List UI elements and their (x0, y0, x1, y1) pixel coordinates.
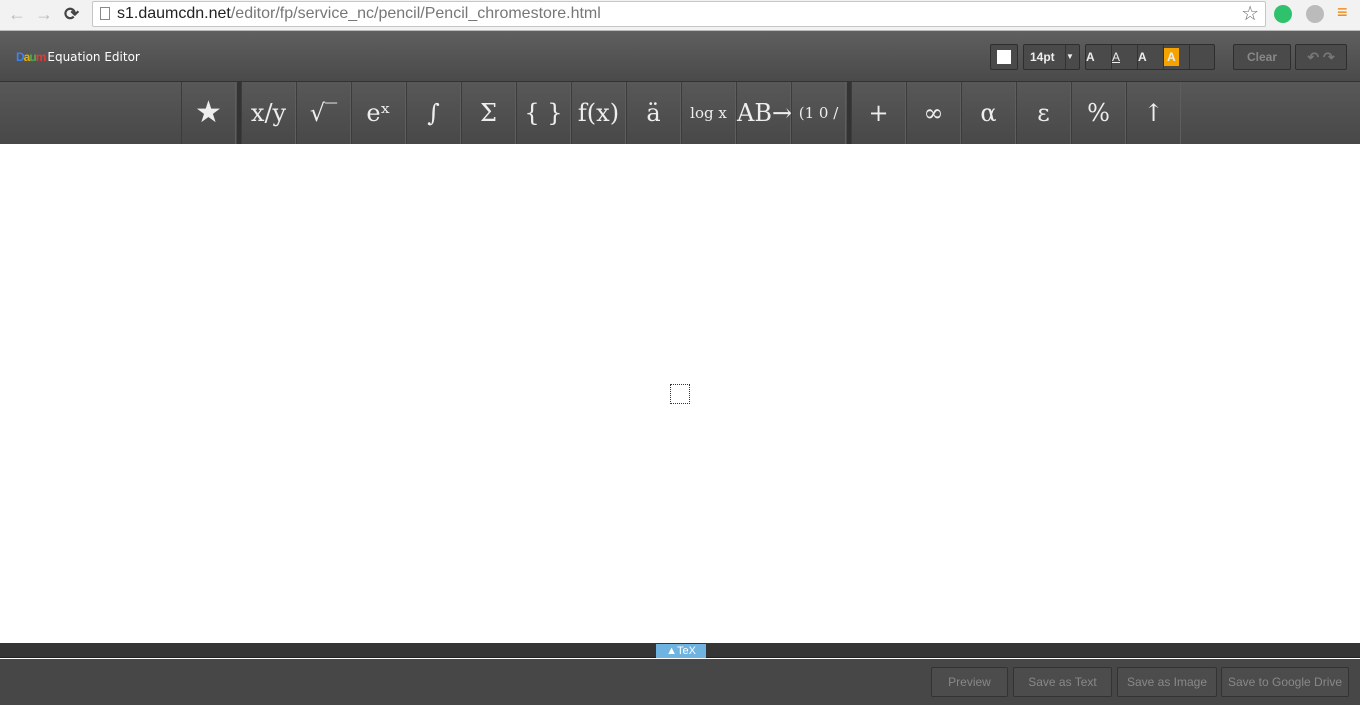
infinity-button[interactable]: ∞ (906, 82, 961, 144)
color-picker-button[interactable] (990, 44, 1018, 70)
logo: Daum Equation Editor (16, 50, 140, 64)
skype-extension-icon[interactable] (1306, 5, 1324, 23)
save-as-image-button[interactable]: Save as Image (1117, 667, 1217, 697)
bold-a-button[interactable]: A (1086, 45, 1112, 69)
font-size-value: 14pt (1030, 50, 1055, 64)
italic-button[interactable]: A (1086, 69, 1112, 70)
save-as-text-button[interactable]: Save as Text (1013, 667, 1112, 697)
menu-icon[interactable]: ≡ (1337, 2, 1348, 23)
vector-button[interactable]: AB→ (736, 82, 792, 144)
tex-toggle-button[interactable]: ▲TeX (656, 644, 706, 658)
greek-alpha-button[interactable]: α (961, 82, 1016, 144)
highlight-button[interactable]: A (1164, 45, 1190, 69)
grammarly-extension-icon[interactable] (1274, 5, 1292, 23)
chevron-down-icon: ▼ (1065, 45, 1079, 69)
underline-button[interactable]: A (1112, 45, 1138, 69)
misc-symbols-button[interactable]: % (1071, 82, 1126, 144)
color-swatch (997, 50, 1011, 64)
operators-button[interactable]: + (851, 82, 906, 144)
address-bar[interactable]: s1.daumcdn.net/editor/fp/service_nc/penc… (92, 1, 1266, 27)
back-icon[interactable]: ← (8, 4, 26, 25)
font-size-select[interactable]: 14pt ▼ (1023, 44, 1080, 70)
footer: Preview Save as Text Save as Image Save … (0, 659, 1360, 705)
sum-button[interactable]: Σ (461, 82, 516, 144)
matrix-button[interactable]: (1 0 / 0 1) (791, 82, 846, 184)
log-button[interactable]: log x (681, 82, 736, 144)
exponent-button[interactable]: eˣ (351, 82, 406, 144)
save-to-google-drive-button[interactable]: Save to Google Drive (1221, 667, 1349, 697)
favorites-star-button[interactable]: ★ (181, 82, 236, 144)
reload-icon[interactable]: ⟳ (64, 4, 79, 25)
integral-button[interactable]: ∫ (406, 82, 461, 144)
redo-icon[interactable]: ↷ (1323, 49, 1335, 65)
brackets-button[interactable]: { } (516, 82, 571, 144)
page-icon (100, 7, 110, 20)
sqrt-button[interactable]: √‾ (296, 82, 351, 144)
tex-bar: ▲TeX (0, 643, 1360, 658)
url-path: /editor/fp/service_nc/pencil/Pencil_chro… (230, 5, 601, 22)
input-placeholder-box[interactable] (670, 384, 690, 404)
app-title: Equation Editor (47, 50, 140, 64)
accent-button[interactable]: ä (626, 82, 681, 144)
editor-header: DaumEquation Editor 14pt ▼ AAAAA Clear ↶ … (0, 31, 1360, 82)
preview-button[interactable]: Preview (931, 667, 1008, 697)
clear-button[interactable]: Clear (1233, 44, 1291, 70)
function-button[interactable]: f(x) (571, 82, 626, 144)
symbol-toolbar: ★ x/y√‾eˣ∫Σ{ }f(x)älog xAB→(1 0 / 0 1) +… (0, 82, 1360, 184)
equation-canvas[interactable] (0, 144, 1360, 643)
forward-icon[interactable]: → (35, 4, 53, 25)
bookmark-star-icon[interactable]: ☆ (1241, 2, 1259, 26)
arrows-button[interactable]: ↑ (1126, 82, 1181, 144)
undo-icon[interactable]: ↶ (1307, 49, 1319, 65)
outline-button[interactable]: A (1138, 45, 1164, 69)
greek-epsilon-button[interactable]: ε (1016, 82, 1071, 144)
fraction-button[interactable]: x/y (241, 82, 296, 144)
url-host: s1.daumcdn.net (117, 5, 231, 22)
browser-toolbar: ← → ⟳ s1.daumcdn.net/editor/fp/service_n… (0, 0, 1360, 31)
format-buttons: AAAAA (1085, 44, 1215, 70)
undo-redo-group: ↶ ↷ (1295, 44, 1347, 70)
